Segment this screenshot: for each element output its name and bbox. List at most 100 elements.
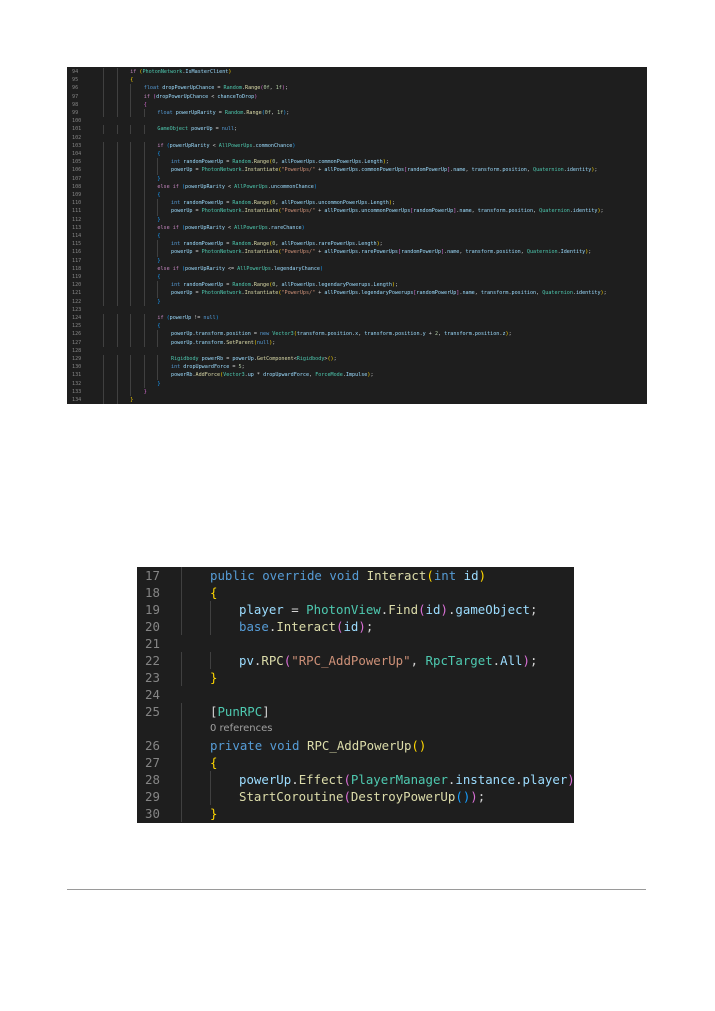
indent-guide [130, 207, 132, 216]
indent-guide [210, 652, 211, 669]
code-line: 112} [67, 215, 647, 224]
line-number: 107 [72, 175, 82, 182]
indent-guide [157, 158, 159, 167]
code-token: { [210, 755, 218, 770]
line-number: 24 [145, 687, 160, 702]
code-token: } [130, 397, 134, 403]
code-token: rareChance [270, 224, 302, 231]
indent-guide [103, 264, 104, 273]
code-token: null [203, 315, 216, 321]
code-token: else if [157, 183, 182, 190]
indent-guide [116, 223, 118, 232]
indent-guide [103, 240, 104, 249]
indent-guide [143, 232, 145, 241]
code-text: float dropPowerUpChance = Random.Range(0… [144, 84, 288, 92]
code-token: powerUpRarity [185, 224, 225, 231]
indent-guide [143, 240, 145, 249]
line-number: 119 [72, 274, 82, 280]
indent-guide [130, 191, 132, 200]
code-text: [PunRPC] [210, 703, 270, 722]
code-token: PhotonNetwork [201, 249, 242, 256]
code-token: ; [603, 290, 607, 297]
code-token: ) [313, 183, 317, 190]
code-line: 97 if (dropPowerUpChance < chanceToDrop) [67, 92, 647, 101]
indent-guide [130, 232, 132, 241]
indent-guide [116, 363, 118, 372]
line-number: 27 [145, 755, 160, 770]
code-token: else if [157, 224, 182, 231]
code-text: } [157, 257, 160, 265]
indent-guide [157, 248, 159, 257]
code-token: ; [241, 364, 245, 371]
indent-guide [130, 240, 132, 249]
code-token: * [253, 372, 264, 379]
code-token: ) [320, 265, 324, 272]
indent-guide [143, 158, 145, 167]
indent-guide [130, 387, 132, 396]
code-token: PhotonView [306, 602, 381, 617]
code-token: Vector3 [272, 331, 294, 338]
indent-guide [116, 256, 118, 265]
indent-guide [103, 297, 104, 306]
indent-guide [181, 703, 182, 720]
code-token: AllPowerUps [234, 183, 268, 190]
code-token: { [210, 585, 218, 600]
code-line: 117} [67, 256, 647, 265]
line-number: 105 [72, 159, 82, 166]
code-token: ; [286, 110, 290, 116]
indent-guide [103, 68, 104, 77]
indent-guide [181, 737, 182, 754]
code-token: allPowerUps [281, 200, 316, 207]
indent-guide [130, 273, 132, 282]
code-line: 108 else if (powerUpRarity < AllPowerUps.… [67, 182, 647, 191]
code-token: rarePowerUps [361, 249, 398, 256]
code-text: } [157, 380, 160, 388]
indent-guide [157, 166, 159, 175]
code-token: < [224, 183, 235, 190]
indent-guide [103, 273, 104, 282]
code-token: ; [594, 167, 598, 174]
code-token: Rigidbody [296, 356, 325, 362]
indent-guide [103, 256, 104, 265]
line-number: 126 [72, 331, 82, 338]
code-token: Range [253, 282, 270, 289]
indent-guide [143, 182, 145, 191]
code-token: All [500, 653, 523, 668]
code-token: new [259, 331, 273, 338]
indent-guide [103, 158, 104, 167]
line-number: 112 [72, 216, 82, 223]
code-text: else if (powerUpRarity < AllPowerUps.unc… [157, 183, 317, 191]
indent-guide [143, 199, 145, 208]
indent-guide [116, 355, 118, 364]
code-text: base.Interact(id); [239, 618, 373, 637]
indent-guide [116, 330, 118, 339]
code-token: name [447, 249, 460, 256]
code-text: { [157, 232, 160, 240]
indent-guide [143, 125, 145, 134]
code-line: 19 player = PhotonView.Find(id).gameObjec… [137, 601, 574, 620]
indent-guide [157, 289, 159, 298]
code-token: public override void [210, 568, 367, 583]
indent-guide [157, 355, 159, 364]
code-token: PhotonNetwork [201, 167, 242, 174]
code-token: private void [210, 738, 307, 753]
code-token: ; [333, 356, 337, 362]
indent-guide [116, 199, 118, 208]
code-token: ; [600, 208, 604, 215]
line-number: 30 [145, 806, 160, 821]
code-token: ) [440, 602, 448, 617]
indent-guide [116, 297, 118, 306]
indent-guide [181, 652, 182, 669]
indent-guide [116, 166, 118, 175]
code-token: ; [508, 331, 512, 338]
indent-guide [143, 150, 145, 159]
code-token: int [171, 159, 184, 166]
code-text: powerUp = PhotonNetwork.Instantiate("Pow… [171, 248, 591, 256]
indent-guide [143, 379, 145, 388]
indent-guide [116, 248, 118, 257]
code-token: int [171, 241, 184, 248]
code-text: { [157, 150, 160, 158]
line-number: 98 [72, 101, 79, 108]
codelens-text: 0 references [210, 720, 273, 739]
indent-guide [130, 371, 132, 380]
